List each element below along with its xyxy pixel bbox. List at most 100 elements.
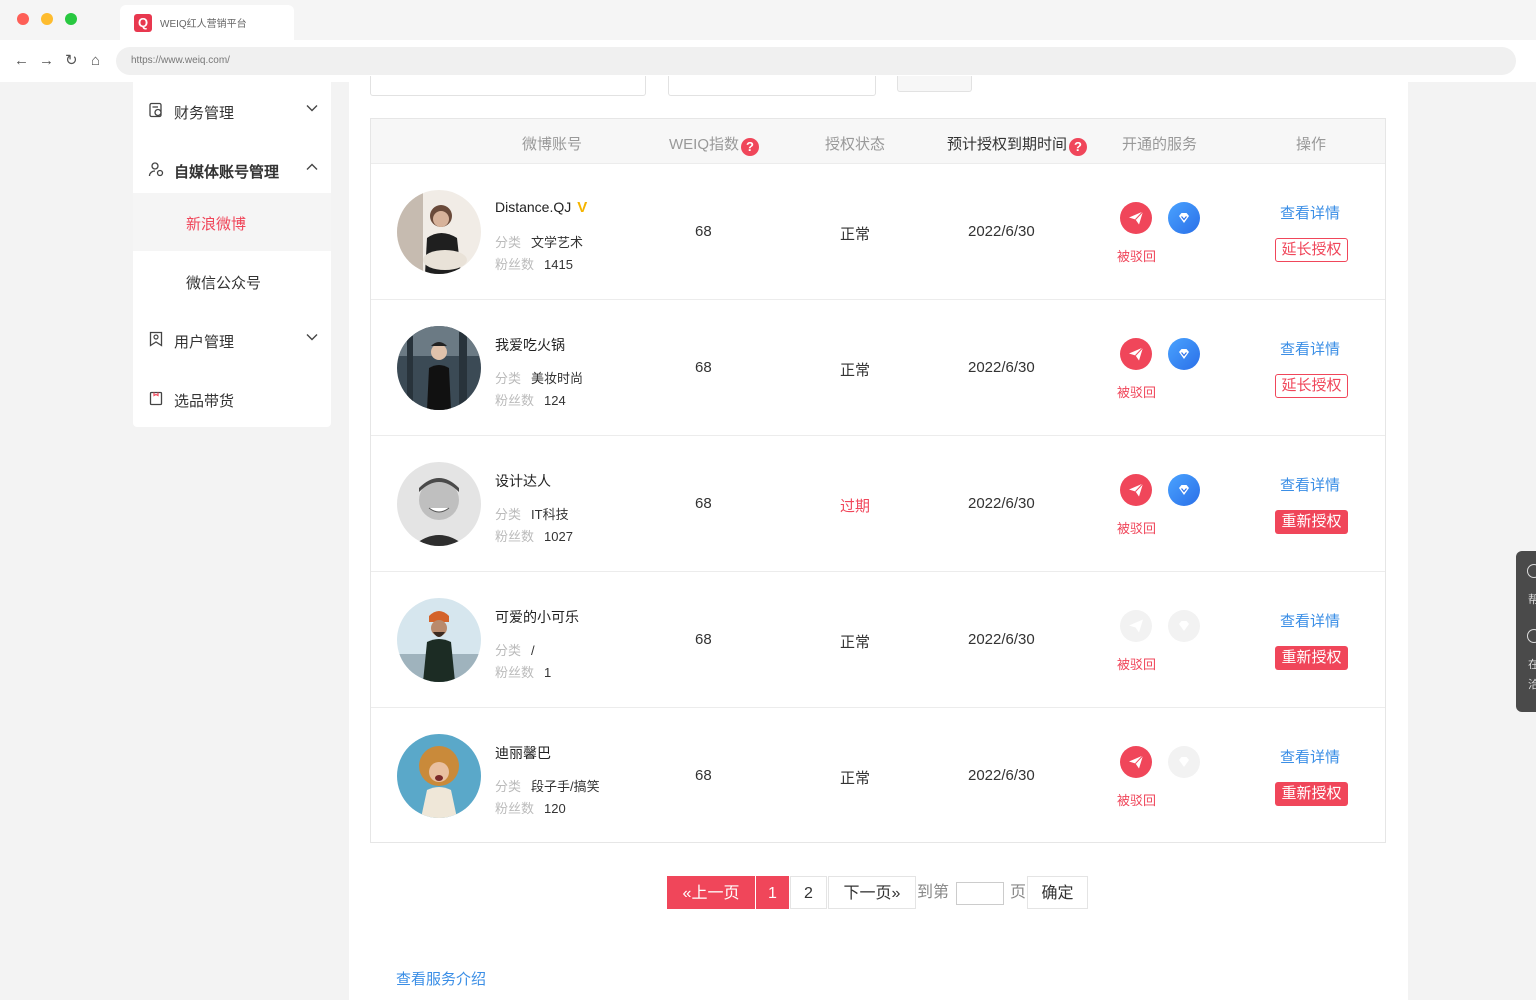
rejected-label: 被驳回 — [1117, 385, 1157, 400]
sidebar-subitem-wechat[interactable]: 微信公众号 — [133, 252, 331, 310]
service-telegram-icon[interactable] — [1120, 202, 1152, 234]
reauthorize-button[interactable]: 重新授权 — [1275, 510, 1348, 534]
goto-label: 到第 — [917, 884, 950, 901]
table-row: 可爱的小可乐 分类 / 粉丝数 1 68 正常 2022/6/30 被驳回 查看详情… — [371, 571, 1385, 707]
view-detail-link[interactable]: 查看详情 — [1280, 610, 1340, 631]
reauthorize-button[interactable]: 重新授权 — [1275, 782, 1348, 806]
account-category: 分类 IT科技 — [495, 507, 569, 522]
browser-tab-bar: Q WEIQ红人营销平台 — [0, 0, 1536, 40]
auth-status-value: 正常 — [840, 634, 871, 651]
sidebar-item-goods[interactable]: 选品带货 — [133, 370, 331, 428]
rejected-label: 被驳回 — [1117, 793, 1157, 808]
account-name[interactable]: 迪丽馨巴 — [495, 743, 551, 763]
header-services: 开通的服务 — [1122, 136, 1198, 153]
view-detail-link[interactable]: 查看详情 — [1280, 202, 1340, 223]
view-detail-link[interactable]: 查看详情 — [1280, 746, 1340, 767]
sidebar-subitem-label: 新浪微博 — [186, 216, 247, 233]
extend-auth-button[interactable]: 延长授权 — [1275, 374, 1348, 398]
expire-time-value: 2022/6/30 — [968, 359, 1035, 376]
account-name[interactable]: 我爱吃火锅 — [495, 335, 565, 355]
table-row: 设计达人 分类 IT科技 粉丝数 1027 68 过期 2022/6/30 被驳回 … — [371, 435, 1385, 571]
home-icon[interactable]: ⌂ — [91, 52, 100, 70]
service-diamond-icon[interactable] — [1168, 202, 1200, 234]
account-category: 分类 美妆时尚 — [495, 371, 584, 386]
page-number-input[interactable] — [956, 882, 1004, 905]
service-telegram-icon[interactable] — [1120, 474, 1152, 506]
page-1-button[interactable]: 1 — [756, 876, 789, 909]
weiq-index-value: 68 — [695, 495, 712, 512]
help-circle-icon — [1527, 564, 1536, 578]
account-name[interactable]: 可爱的小可乐 — [495, 607, 579, 627]
sidebar-item-finance[interactable]: 财务管理 — [133, 82, 331, 140]
sidebar-item-media[interactable]: 自媒体账号管理 — [133, 141, 331, 199]
service-diamond-icon[interactable] — [1168, 338, 1200, 370]
filter-input-2[interactable] — [668, 76, 876, 96]
chevron-up-icon — [306, 163, 318, 170]
sidebar-item-label: 自媒体账号管理 — [174, 164, 280, 181]
browser-tab[interactable]: Q WEIQ红人营销平台 — [120, 5, 294, 40]
back-arrow-icon[interactable]: ← — [14, 52, 29, 70]
auth-status-value: 过期 — [840, 498, 871, 515]
weiq-index-value: 68 — [695, 223, 712, 240]
helper-text: 洽 — [1528, 679, 1536, 691]
floating-helper[interactable]: 帮 在 洽 — [1516, 551, 1536, 712]
main-panel: 微博账号 WEIQ指数? 授权状态 预计授权到期时间? 开通的服务 操作 Dis… — [349, 76, 1408, 1000]
sidebar-item-user[interactable]: 用户管理 — [133, 311, 331, 369]
page-unit-label: 页 — [1010, 884, 1027, 901]
minimize-window-button[interactable] — [41, 13, 53, 25]
weiq-index-value: 68 — [695, 631, 712, 648]
header-weiq-index: WEIQ指数? — [669, 133, 759, 156]
helper-text: 帮 — [1528, 594, 1536, 606]
header-actions: 操作 — [1296, 136, 1327, 153]
reload-icon[interactable]: ↻ — [65, 52, 78, 70]
expire-time-value: 2022/6/30 — [968, 767, 1035, 784]
rejected-label: 被驳回 — [1117, 657, 1157, 672]
view-detail-link[interactable]: 查看详情 — [1280, 338, 1340, 359]
help-icon[interactable]: ? — [1069, 138, 1088, 156]
extend-auth-button[interactable]: 延长授权 — [1275, 238, 1348, 262]
view-detail-link[interactable]: 查看详情 — [1280, 474, 1340, 495]
avatar — [397, 598, 481, 682]
sidebar-item-label: 用户管理 — [174, 334, 235, 351]
forward-arrow-icon[interactable]: → — [39, 52, 54, 70]
reauthorize-button[interactable]: 重新授权 — [1275, 646, 1348, 670]
confirm-page-button[interactable]: 确定 — [1027, 876, 1088, 909]
table-row: 我爱吃火锅 分类 美妆时尚 粉丝数 124 68 正常 2022/6/30 被驳回 … — [371, 299, 1385, 435]
address-bar[interactable]: https://www.weiq.com/ — [116, 47, 1516, 75]
service-diamond-icon[interactable] — [1168, 610, 1200, 642]
expire-time-value: 2022/6/30 — [968, 495, 1035, 512]
account-fans: 粉丝数 124 — [495, 393, 566, 408]
sidebar-item-label: 选品带货 — [174, 393, 235, 410]
account-category: 分类 段子手/搞笑 — [495, 779, 600, 794]
close-window-button[interactable] — [17, 13, 29, 25]
auth-status-value: 正常 — [840, 226, 871, 243]
filter-input-1[interactable] — [370, 76, 646, 96]
account-fans: 粉丝数 120 — [495, 801, 566, 816]
service-telegram-icon[interactable] — [1120, 610, 1152, 642]
sidebar-subitem-weibo[interactable]: 新浪微博 — [133, 193, 331, 251]
help-icon[interactable]: ? — [741, 138, 759, 156]
account-category: 分类 / — [495, 643, 535, 658]
prev-page-button[interactable]: «上一页 — [667, 876, 755, 909]
account-name[interactable]: Distance.QJ V — [495, 199, 587, 216]
service-intro-link[interactable]: 查看服务介绍 — [396, 968, 486, 989]
account-fans: 粉丝数 1027 — [495, 529, 573, 544]
next-page-button[interactable]: 下一页» — [828, 876, 916, 909]
avatar — [397, 734, 481, 818]
filter-button[interactable] — [897, 76, 972, 92]
sidebar: 财务管理 自媒体账号管理 新浪微博 微信公众号 用户管理 选品带货 — [133, 82, 331, 427]
service-diamond-icon[interactable] — [1168, 474, 1200, 506]
service-diamond-icon[interactable] — [1168, 746, 1200, 778]
auth-status-value: 正常 — [840, 362, 871, 379]
avatar — [397, 326, 481, 410]
page-2-button[interactable]: 2 — [790, 876, 827, 909]
service-telegram-icon[interactable] — [1120, 746, 1152, 778]
account-name[interactable]: 设计达人 — [495, 471, 551, 491]
service-telegram-icon[interactable] — [1120, 338, 1152, 370]
tab-title: WEIQ红人营销平台 — [160, 19, 247, 30]
maximize-window-button[interactable] — [65, 13, 77, 25]
weiq-index-value: 68 — [695, 359, 712, 376]
rejected-label: 被驳回 — [1117, 249, 1157, 264]
table-row: Distance.QJ V 分类 文学艺术 粉丝数 1415 68 正常 2022/6… — [371, 163, 1385, 299]
helper-text: 在 — [1528, 659, 1536, 671]
